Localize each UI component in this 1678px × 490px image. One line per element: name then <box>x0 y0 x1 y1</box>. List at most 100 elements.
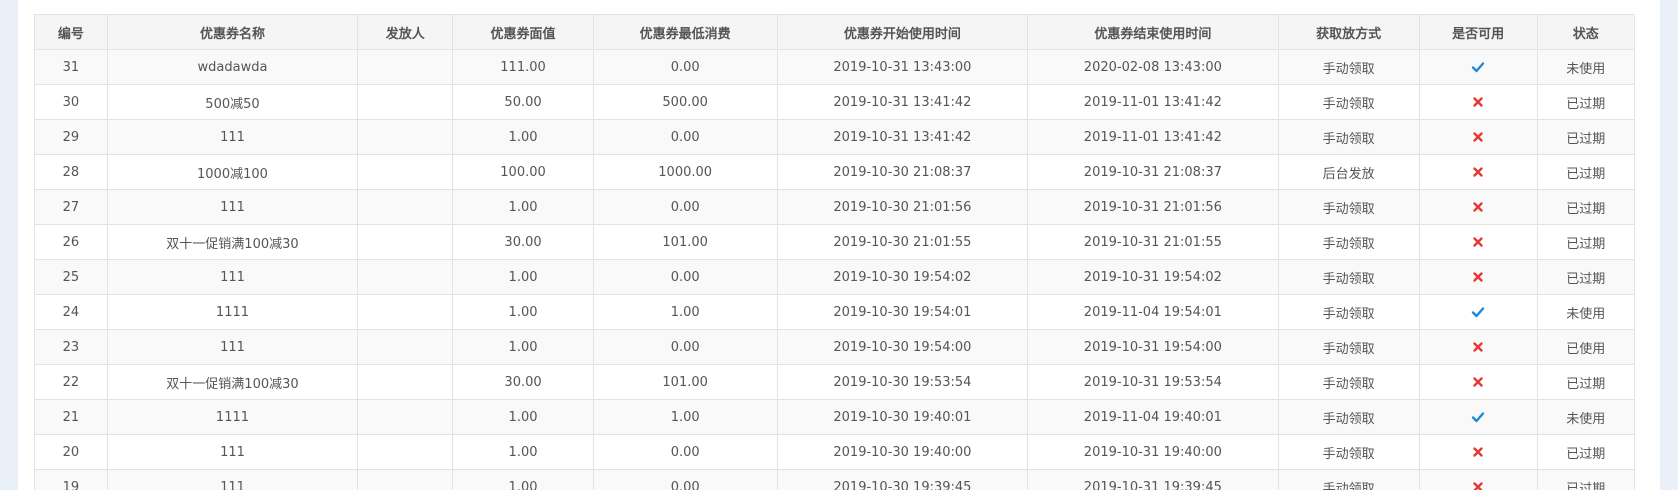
header-id[interactable]: 编号 <box>34 14 108 50</box>
cell-status: 已过期 <box>1536 469 1636 490</box>
cell-available <box>1418 294 1538 330</box>
header-end-time[interactable]: 优惠券结束使用时间 <box>1027 14 1279 50</box>
table-row[interactable]: 23 111 1.00 0.00 2019-10-30 19:54:00 2019-10-… <box>34 329 1636 365</box>
header-status[interactable]: 状态 <box>1536 14 1636 50</box>
cell-status: 已过期 <box>1536 224 1636 260</box>
table-row[interactable]: 28 1000减100 100.00 1000.00 2019-10-30 21:08:… <box>34 154 1636 190</box>
cell-name: 1000减100 <box>106 154 359 190</box>
cell-min-spend: 0.00 <box>592 49 778 85</box>
table-row[interactable]: 24 1111 1.00 1.00 2019-10-30 19:54:01 2019-11… <box>34 294 1636 330</box>
cell-end-time: 2019-10-31 21:01:55 <box>1027 224 1279 260</box>
cell-available <box>1418 259 1538 295</box>
table-body: 31 wdadawda 111.00 0.00 2019-10-31 13:43:00 2… <box>34 49 1636 490</box>
cell-min-spend: 1000.00 <box>592 154 778 190</box>
cell-start-time: 2019-10-30 19:54:02 <box>776 259 1029 295</box>
cell-status: 未使用 <box>1536 49 1636 85</box>
cell-id: 23 <box>34 329 108 365</box>
header-start-time[interactable]: 优惠券开始使用时间 <box>776 14 1029 50</box>
cell-status: 已过期 <box>1536 189 1636 225</box>
cell-status: 已过期 <box>1536 154 1636 190</box>
header-value[interactable]: 优惠券面值 <box>452 14 594 50</box>
cell-start-time: 2019-10-30 19:39:45 <box>776 469 1029 490</box>
cell-name: 双十一促销满100减30 <box>106 224 359 260</box>
cell-start-time: 2019-10-30 19:53:54 <box>776 364 1029 400</box>
cell-method: 后台发放 <box>1277 154 1420 190</box>
cell-end-time: 2019-10-31 19:54:00 <box>1027 329 1279 365</box>
main-panel: 编号 优惠券名称 发放人 优惠券面值 优惠券最低消费 优惠券开始使用时间 优惠券… <box>18 0 1660 490</box>
cell-value: 1.00 <box>452 294 594 330</box>
header-issuer[interactable]: 发放人 <box>357 14 454 50</box>
header-row: 编号 优惠券名称 发放人 优惠券面值 优惠券最低消费 优惠券开始使用时间 优惠券… <box>34 14 1636 50</box>
cell-end-time: 2019-10-31 19:54:02 <box>1027 259 1279 295</box>
cell-end-time: 2019-10-31 21:01:56 <box>1027 189 1279 225</box>
table-row[interactable]: 21 1111 1.00 1.00 2019-10-30 19:40:01 2019-11… <box>34 399 1636 435</box>
table-row[interactable]: 19 111 1.00 0.00 2019-10-30 19:39:45 2019-10-… <box>34 469 1636 490</box>
cell-end-time: 2019-11-01 13:41:42 <box>1027 84 1279 120</box>
cell-value: 111.00 <box>452 49 594 85</box>
header-name[interactable]: 优惠券名称 <box>106 14 359 50</box>
cell-min-spend: 101.00 <box>592 224 778 260</box>
cell-available <box>1418 399 1538 435</box>
table-row[interactable]: 29 111 1.00 0.00 2019-10-31 13:41:42 2019-11-… <box>34 119 1636 155</box>
cell-available <box>1418 84 1538 120</box>
cell-name: 1111 <box>106 399 359 435</box>
cell-id: 24 <box>34 294 108 330</box>
table-row[interactable]: 25 111 1.00 0.00 2019-10-30 19:54:02 2019-10-… <box>34 259 1636 295</box>
table-row[interactable]: 30 500减50 50.00 500.00 2019-10-31 13:41:42 20… <box>34 84 1636 120</box>
cell-method: 手动领取 <box>1277 329 1420 365</box>
cell-issuer <box>357 294 454 330</box>
cell-value: 1.00 <box>452 399 594 435</box>
cell-id: 28 <box>34 154 108 190</box>
cell-min-spend: 0.00 <box>592 259 778 295</box>
cross-icon <box>1471 235 1485 249</box>
header-method[interactable]: 获取放方式 <box>1277 14 1420 50</box>
cross-icon <box>1471 130 1485 144</box>
cell-min-spend: 0.00 <box>592 119 778 155</box>
cell-min-spend: 1.00 <box>592 294 778 330</box>
header-min-spend[interactable]: 优惠券最低消费 <box>592 14 778 50</box>
cell-value: 30.00 <box>452 364 594 400</box>
table-row[interactable]: 27 111 1.00 0.00 2019-10-30 21:01:56 2019-10-… <box>34 189 1636 225</box>
cell-method: 手动领取 <box>1277 364 1420 400</box>
cell-status: 未使用 <box>1536 399 1636 435</box>
cell-method: 手动领取 <box>1277 119 1420 155</box>
cell-issuer <box>357 259 454 295</box>
cell-id: 25 <box>34 259 108 295</box>
table-row[interactable]: 20 111 1.00 0.00 2019-10-30 19:40:00 2019-10-… <box>34 434 1636 470</box>
cell-value: 50.00 <box>452 84 594 120</box>
cell-name: 111 <box>106 469 359 490</box>
cross-icon <box>1471 270 1485 284</box>
cell-available <box>1418 154 1538 190</box>
cell-status: 已过期 <box>1536 434 1636 470</box>
cross-icon <box>1471 200 1485 214</box>
cell-value: 100.00 <box>452 154 594 190</box>
cell-name: wdadawda <box>106 49 359 85</box>
cell-issuer <box>357 329 454 365</box>
cell-name: 双十一促销满100减30 <box>106 364 359 400</box>
cell-status: 已过期 <box>1536 364 1636 400</box>
cell-issuer <box>357 364 454 400</box>
cell-start-time: 2019-10-31 13:41:42 <box>776 84 1029 120</box>
table-row[interactable]: 31 wdadawda 111.00 0.00 2019-10-31 13:43:00 2… <box>34 49 1636 85</box>
cell-value: 1.00 <box>452 189 594 225</box>
cell-start-time: 2019-10-30 19:54:01 <box>776 294 1029 330</box>
table-header: 编号 优惠券名称 发放人 优惠券面值 优惠券最低消费 优惠券开始使用时间 优惠券… <box>34 14 1636 50</box>
cell-method: 手动领取 <box>1277 399 1420 435</box>
table-row[interactable]: 22 双十一促销满100减30 30.00 101.00 2019-10-30 19:5… <box>34 364 1636 400</box>
cell-id: 22 <box>34 364 108 400</box>
checkmark-icon <box>1471 60 1485 74</box>
table-row[interactable]: 26 双十一促销满100减30 30.00 101.00 2019-10-30 21:0… <box>34 224 1636 260</box>
cell-issuer <box>357 399 454 435</box>
cell-min-spend: 0.00 <box>592 469 778 490</box>
cell-status: 未使用 <box>1536 294 1636 330</box>
cell-id: 26 <box>34 224 108 260</box>
cell-min-spend: 0.00 <box>592 189 778 225</box>
header-available[interactable]: 是否可用 <box>1418 14 1538 50</box>
cell-min-spend: 0.00 <box>592 434 778 470</box>
cell-name: 1111 <box>106 294 359 330</box>
cell-method: 手动领取 <box>1277 224 1420 260</box>
cell-id: 20 <box>34 434 108 470</box>
cell-start-time: 2019-10-30 19:40:01 <box>776 399 1029 435</box>
cell-available <box>1418 469 1538 490</box>
cell-min-spend: 500.00 <box>592 84 778 120</box>
